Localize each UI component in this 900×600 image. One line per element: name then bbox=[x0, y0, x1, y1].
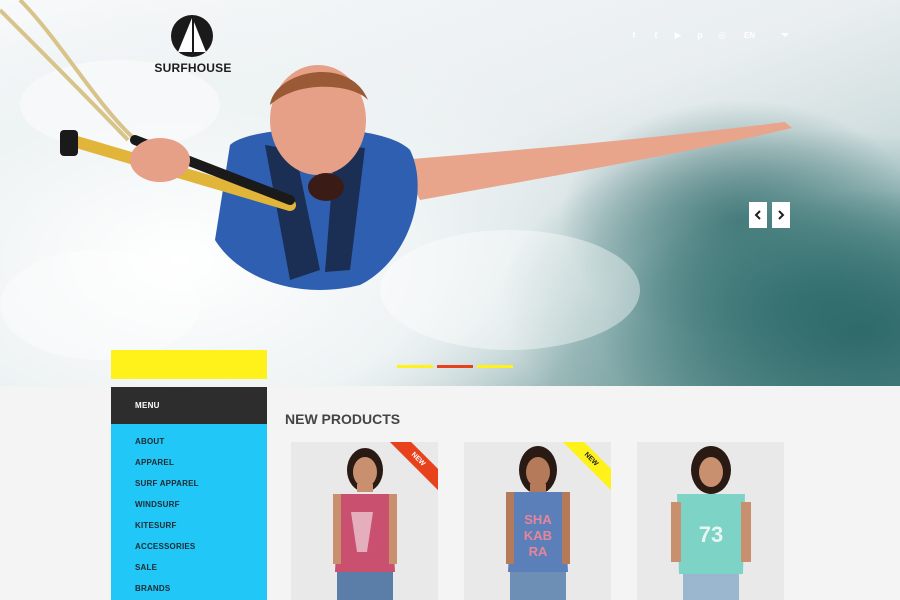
chevron-left-icon bbox=[754, 210, 761, 220]
hero-image-swimmer bbox=[0, 0, 792, 290]
menu-title: MENU bbox=[111, 387, 267, 424]
brand-logo[interactable]: SURFHOUSE bbox=[152, 14, 234, 76]
shirt-print: SHA bbox=[524, 512, 552, 527]
menu-item-brands[interactable]: BRANDS bbox=[135, 584, 170, 593]
hero-slider: SURFHOUSE f t ▶ p ◎ EN bbox=[0, 0, 900, 386]
product-card[interactable]: SHA KAB RA NEW bbox=[464, 442, 611, 600]
youtube-icon[interactable]: ▶ bbox=[672, 29, 684, 41]
menu-item-kitesurf[interactable]: KITESURF bbox=[135, 521, 177, 530]
menu-item-accessories[interactable]: ACCESSORIES bbox=[135, 542, 195, 551]
slider-indicator[interactable] bbox=[477, 365, 513, 368]
shirt-print: 73 bbox=[699, 522, 723, 547]
slider-next-button[interactable] bbox=[772, 202, 790, 228]
brand-name: SURFHOUSE bbox=[154, 61, 232, 75]
menu-item-windsurf[interactable]: WINDSURF bbox=[135, 500, 180, 509]
shirt-print: KAB bbox=[524, 528, 552, 543]
slider-indicator[interactable] bbox=[397, 365, 433, 368]
menu-item-surf-apparel[interactable]: SURF APPAREL bbox=[135, 479, 199, 488]
pinterest-icon[interactable]: p bbox=[694, 29, 706, 41]
language-selector[interactable]: EN bbox=[744, 31, 755, 40]
section-title: NEW PRODUCTS bbox=[285, 411, 401, 427]
menu-item-apparel[interactable]: APPAREL bbox=[135, 458, 174, 467]
instagram-icon[interactable]: ◎ bbox=[716, 29, 728, 41]
slider-indicators bbox=[397, 365, 513, 368]
menu-item-about[interactable]: ABOUT bbox=[135, 437, 164, 446]
product-card[interactable]: 73 bbox=[637, 442, 784, 600]
product-image: 73 bbox=[671, 446, 751, 600]
sidebar-accent-bar bbox=[111, 350, 267, 379]
product-card[interactable]: NEW bbox=[291, 442, 438, 600]
twitter-icon[interactable]: t bbox=[650, 29, 662, 41]
slider-indicator[interactable] bbox=[437, 365, 473, 368]
slider-prev-button[interactable] bbox=[749, 202, 767, 228]
social-links: f t ▶ p ◎ bbox=[628, 29, 728, 41]
facebook-icon[interactable]: f bbox=[628, 29, 640, 41]
chevron-down-icon[interactable] bbox=[781, 33, 789, 37]
menu-item-sale[interactable]: SALE bbox=[135, 563, 157, 572]
sail-logo-icon bbox=[171, 15, 213, 57]
shirt-print: RA bbox=[529, 544, 548, 559]
chevron-right-icon bbox=[778, 210, 785, 220]
category-menu: ABOUT APPAREL SURF APPAREL WINDSURF KITE… bbox=[111, 424, 267, 600]
